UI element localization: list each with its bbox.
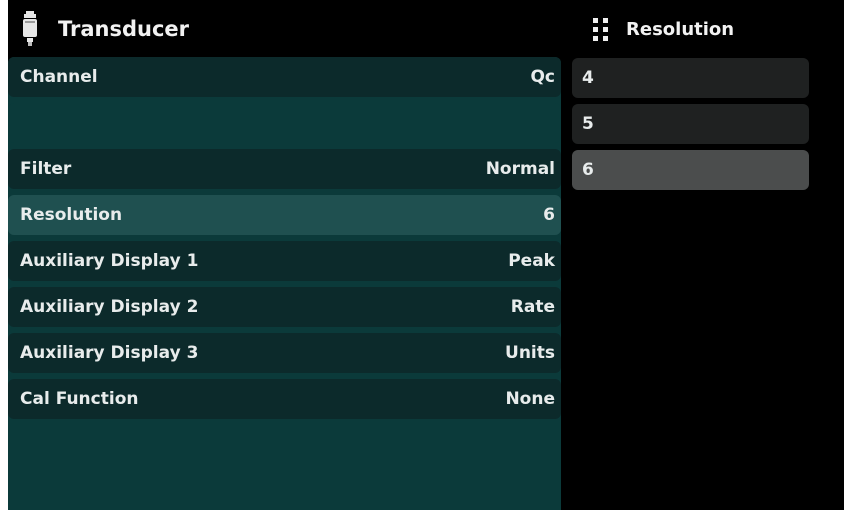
- setting-label: Channel: [20, 67, 98, 87]
- setting-label: Auxiliary Display 2: [20, 297, 199, 317]
- setting-value: Peak: [508, 251, 555, 271]
- setting-row-empty: [8, 103, 561, 143]
- submenu-title: Resolution: [626, 18, 735, 40]
- setting-label: Auxiliary Display 3: [20, 343, 199, 363]
- setting-value: Units: [505, 343, 555, 363]
- setting-label: Cal Function: [20, 389, 139, 409]
- setting-row-auxiliary-display-3[interactable]: Auxiliary Display 3 Units: [8, 333, 561, 373]
- setting-label: Auxiliary Display 1: [20, 251, 199, 271]
- submenu-header: Resolution: [580, 6, 832, 52]
- setting-value: 6: [543, 205, 555, 225]
- setting-value: Normal: [485, 159, 555, 179]
- setting-row-filter[interactable]: Filter Normal: [8, 149, 561, 189]
- resolution-option-5[interactable]: 5: [572, 104, 809, 144]
- resolution-option-6[interactable]: 6: [572, 150, 809, 190]
- setting-row-resolution[interactable]: Resolution 6: [8, 195, 561, 235]
- setting-row-channel[interactable]: Channel Qc: [8, 57, 561, 97]
- setting-row-auxiliary-display-1[interactable]: Auxiliary Display 1 Peak: [8, 241, 561, 281]
- transducer-icon: [23, 11, 37, 46]
- header: Transducer: [8, 6, 570, 52]
- setting-row-auxiliary-display-2[interactable]: Auxiliary Display 2 Rate: [8, 287, 561, 327]
- setting-label: Resolution: [20, 205, 123, 225]
- setting-row-cal-function[interactable]: Cal Function None: [8, 379, 561, 419]
- option-label: 6: [582, 160, 594, 180]
- setting-label: Filter: [20, 159, 72, 179]
- option-label: 5: [582, 114, 594, 134]
- option-label: 4: [582, 68, 594, 88]
- resolution-option-4[interactable]: 4: [572, 58, 809, 98]
- page-title: Transducer: [58, 17, 190, 41]
- setting-value: Rate: [510, 297, 555, 317]
- settings-panel: Channel Qc Filter Normal Resolution 6 Au…: [8, 57, 561, 510]
- setting-value: None: [505, 389, 555, 409]
- grid-menu-icon[interactable]: [590, 17, 610, 41]
- setting-value: Qc: [530, 67, 555, 87]
